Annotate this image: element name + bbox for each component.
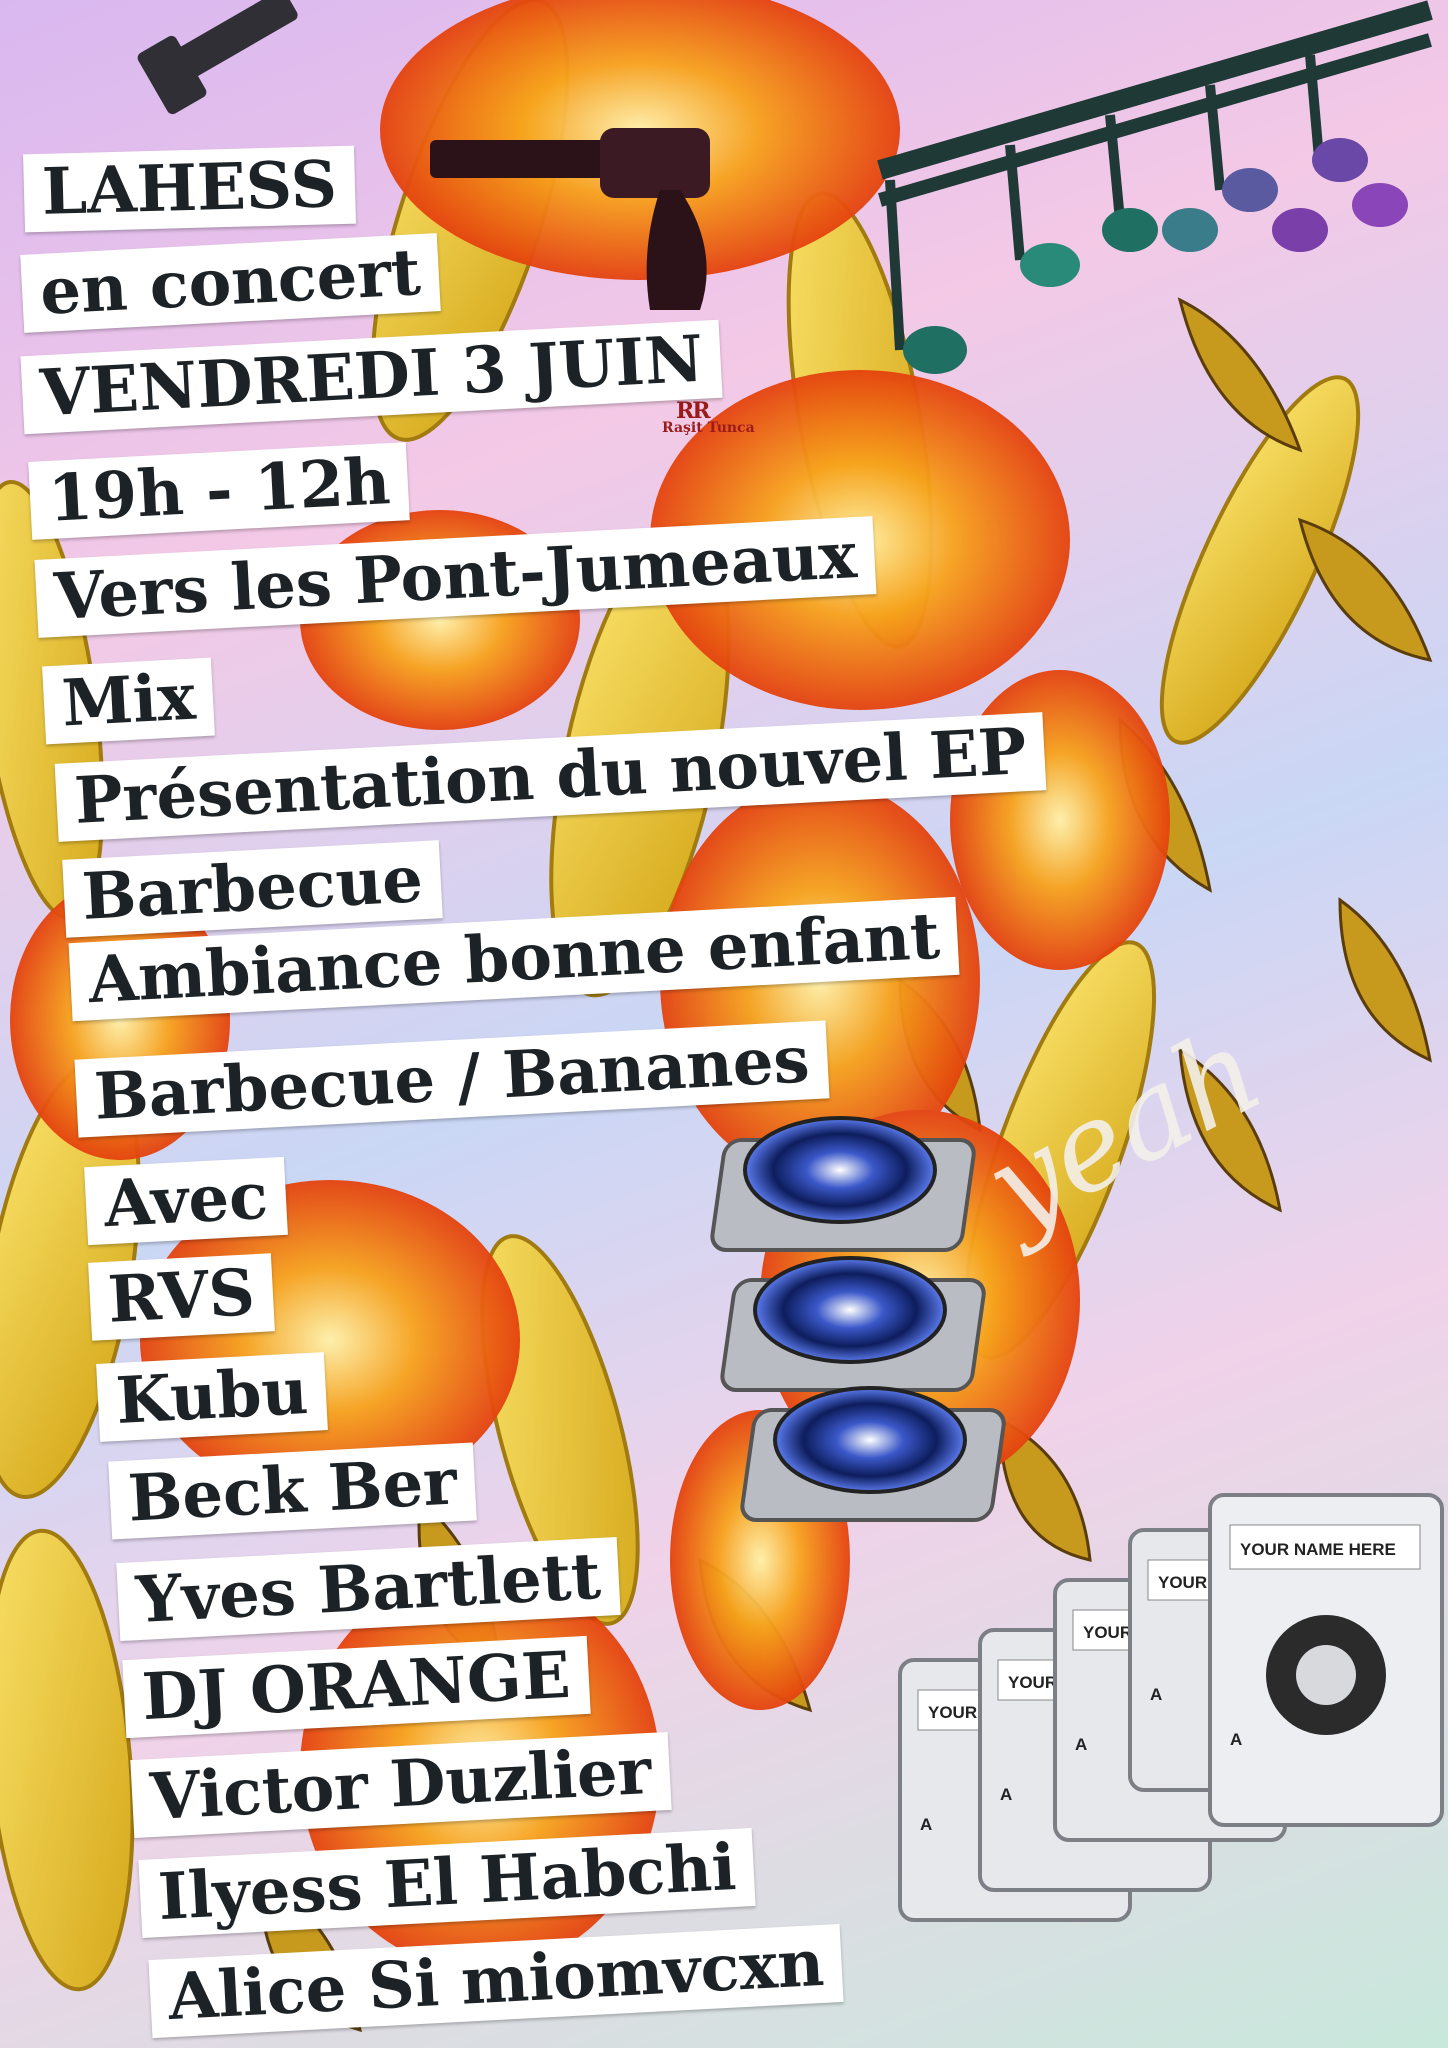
cassette-label: YOUR NAME HERE	[1240, 1540, 1396, 1559]
cassette-stack: YOUR A YOUR A YOUR A YOUR A YOUR NAME HE…	[898, 1493, 1444, 1922]
poster-line: Mix	[42, 657, 216, 745]
svg-text:A: A	[920, 1815, 932, 1834]
cassette-label: YOUR	[1083, 1623, 1132, 1642]
concert-poster: YOUR A YOUR A YOUR A YOUR A YOUR NAME HE…	[0, 0, 1448, 2048]
svg-text:A: A	[1150, 1685, 1162, 1704]
poster-line: LAHESS	[23, 145, 356, 233]
poster-line: Kubu	[96, 1352, 328, 1442]
svg-text:A: A	[1230, 1730, 1242, 1749]
watermark: RR Raşit Tunca	[662, 398, 755, 436]
cassette-label: YOUR	[928, 1703, 977, 1722]
pistol-icon	[137, 0, 298, 115]
leaf	[1338, 897, 1432, 1063]
leaf	[1297, 517, 1433, 662]
leaf	[1177, 297, 1303, 453]
music-notes-icon	[877, 0, 1433, 374]
poster-line: Avec	[84, 1156, 288, 1246]
cassette-label: YOUR	[1008, 1673, 1057, 1692]
svg-text:A: A	[1000, 1785, 1012, 1804]
cassette-label: YOUR	[1158, 1573, 1207, 1592]
cassette-icon: YOUR NAME HERE A	[1208, 1493, 1444, 1827]
poster-line: RVS	[88, 1253, 275, 1341]
svg-text:A: A	[1075, 1735, 1087, 1754]
